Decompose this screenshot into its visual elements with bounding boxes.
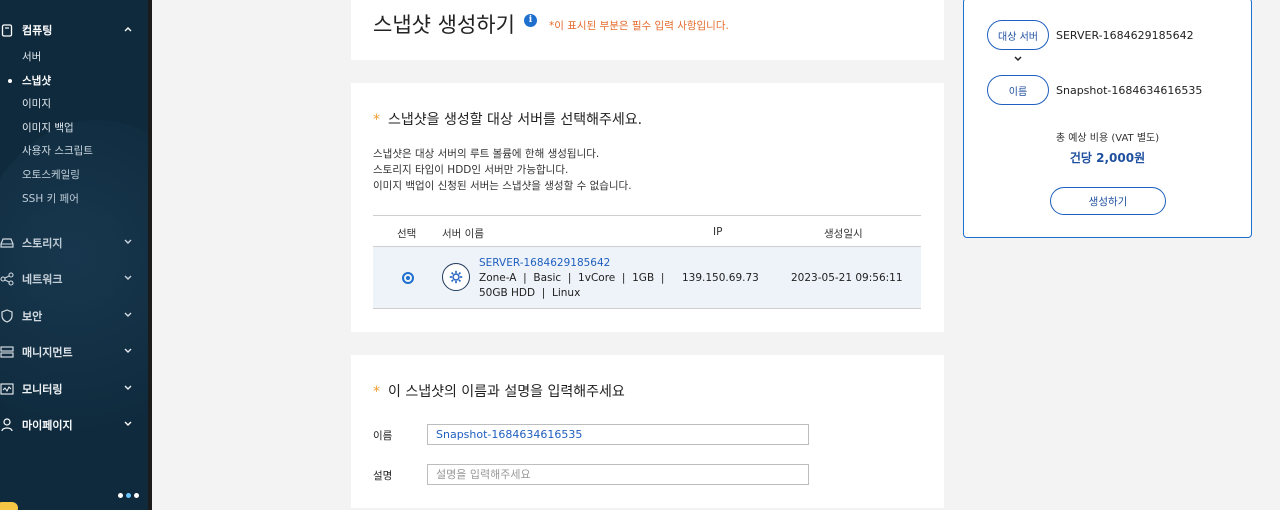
snapshot-name-input[interactable] <box>427 424 809 445</box>
nav-group-label: 모니터링 <box>22 383 63 396</box>
sidebar-item-snapshot[interactable]: 스냅샷 <box>8 73 51 88</box>
column-header-ip: IP <box>713 226 723 238</box>
nav-group-label: 네트워크 <box>22 273 63 286</box>
sidebar-item-user-script[interactable]: 사용자 스크립트 <box>22 143 93 158</box>
management-icon <box>0 345 14 359</box>
nav-group-security[interactable]: 보안 <box>0 306 148 326</box>
info-icon[interactable]: i <box>524 14 537 27</box>
column-header-created: 생성일시 <box>824 228 863 240</box>
sidebar: 컴퓨팅 서버 스냅샷 이미지 이미지 백업 사용자 스크립트 오토스케일링 SS… <box>0 0 148 510</box>
cost-label: 총 예상 비용 (VAT 별도) <box>1055 133 1160 144</box>
description-line: 이미지 백업이 신청된 서버는 스냅샷을 생성할 수 없습니다. <box>373 180 632 192</box>
chevron-down-icon[interactable] <box>122 272 134 284</box>
snapshot-name-value: Snapshot-1684634616535 <box>1056 84 1203 97</box>
chevron-down-icon <box>1014 56 1022 62</box>
monitor-icon <box>0 382 14 396</box>
create-button[interactable]: 생성하기 <box>1050 187 1166 215</box>
nav-group-label: 보안 <box>22 310 43 323</box>
section-title: * 스냅샷을 생성할 대상 서버를 선택해주세요. <box>373 112 643 128</box>
chevron-down-icon[interactable] <box>122 236 134 248</box>
column-header-server-name: 서버 이름 <box>442 228 484 240</box>
name-label: 이름 <box>373 430 393 442</box>
cost-value: 건당 2,000원 <box>1069 151 1146 165</box>
more-dots-icon[interactable] <box>118 493 139 498</box>
sidebar-edge <box>148 0 152 510</box>
nav-group-label: 매니지먼트 <box>22 346 73 359</box>
user-icon <box>0 418 14 432</box>
server-ip: 139.150.69.73 <box>682 272 759 284</box>
nav-group-management[interactable]: 매니지먼트 <box>0 342 148 362</box>
sidebar-item-autoscaling[interactable]: 오토스케일링 <box>22 167 80 182</box>
table-header: 선택 서버 이름 IP 생성일시 <box>373 215 921 247</box>
server-table: 선택 서버 이름 IP 생성일시 SERVER-1684629185642 Zo… <box>373 215 921 309</box>
target-server-value: SERVER-1684629185642 <box>1056 29 1194 42</box>
target-server-label: 대상 서버 <box>987 20 1049 50</box>
nav-group-computing[interactable]: 컴퓨팅 <box>0 20 148 40</box>
description-line: 스토리지 타입이 HDD인 서버만 가능합니다. <box>373 164 569 176</box>
nav-group-network[interactable]: 네트워크 <box>0 269 148 289</box>
server-spec: 50GB HDD | Linux <box>479 287 581 299</box>
server-select-section: * 스냅샷을 생성할 대상 서버를 선택해주세요. 스냅샷은 대상 서버의 루트 … <box>351 83 944 332</box>
nav-group-label: 스토리지 <box>22 237 63 250</box>
chevron-up-icon[interactable] <box>122 23 134 35</box>
sidebar-item-server[interactable]: 서버 <box>22 49 41 64</box>
row-select-radio[interactable] <box>402 272 414 284</box>
server-gear-icon <box>442 263 470 291</box>
chevron-down-icon[interactable] <box>122 418 134 430</box>
corner-badge <box>0 502 18 510</box>
storage-icon <box>0 236 14 250</box>
column-header-select: 선택 <box>397 228 417 240</box>
sidebar-item-ssh-keypair[interactable]: SSH 키 페어 <box>22 191 79 206</box>
table-row[interactable]: SERVER-1684629185642 Zone-A | Basic | 1v… <box>373 247 921 309</box>
description-line: 스냅샷은 대상 서버의 루트 볼륨에 한해 생성됩니다. <box>373 148 600 160</box>
required-star: * <box>373 112 380 128</box>
page-header: 스냅샷 생성하기 i *이 표시된 부분은 필수 입력 사항입니다. <box>351 0 944 60</box>
sidebar-item-image[interactable]: 이미지 <box>22 96 51 111</box>
nav-group-storage[interactable]: 스토리지 <box>0 233 148 253</box>
server-name-link[interactable]: SERVER-1684629185642 <box>479 257 610 269</box>
chevron-down-icon[interactable] <box>122 345 134 357</box>
page-title: 스냅샷 생성하기 <box>373 13 515 37</box>
section-title: * 이 스냅샷의 이름과 설명을 입력해주세요 <box>373 384 625 400</box>
required-note: *이 표시된 부분은 필수 입력 사항입니다. <box>549 20 729 32</box>
nav-group-mypage[interactable]: 마이페이지 <box>0 415 148 435</box>
snapshot-name-label: 이름 <box>987 75 1049 105</box>
summary-panel: 대상 서버 SERVER-1684629185642 이름 Snapshot-1… <box>963 0 1252 238</box>
sidebar-item-image-backup[interactable]: 이미지 백업 <box>22 120 74 135</box>
snapshot-description-input[interactable] <box>427 464 809 485</box>
chevron-down-icon[interactable] <box>122 382 134 394</box>
snapshot-name-section: *이 스냅샷의 이름과 설명을 입력해주세요 이름 설명 <box>351 355 944 508</box>
nav-group-label: 마이페이지 <box>22 419 73 432</box>
server-icon <box>0 23 14 37</box>
required-star: * <box>373 384 380 400</box>
server-created: 2023-05-21 09:56:11 <box>791 272 903 284</box>
nav-group-monitoring[interactable]: 모니터링 <box>0 379 148 399</box>
nav-group-label: 컴퓨팅 <box>22 24 53 37</box>
description-label: 설명 <box>373 470 393 482</box>
shield-icon <box>0 309 14 323</box>
server-spec: Zone-A | Basic | 1vCore | 1GB | <box>479 272 665 284</box>
chevron-down-icon[interactable] <box>122 309 134 321</box>
network-icon <box>0 272 14 286</box>
